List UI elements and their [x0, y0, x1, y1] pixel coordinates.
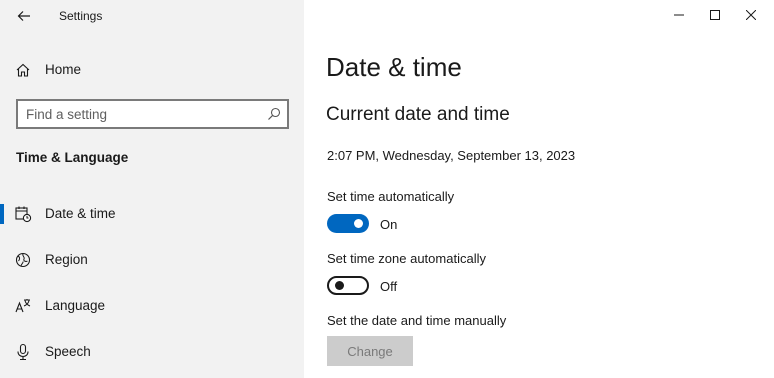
- calendar-clock-icon: [15, 206, 32, 223]
- search-input[interactable]: [26, 105, 256, 123]
- sidebar: Settings Home Time & Language Date & tim…: [0, 0, 304, 378]
- sidebar-item-language[interactable]: Language: [0, 289, 304, 323]
- close-button[interactable]: [728, 0, 774, 30]
- microphone-icon: [17, 343, 29, 361]
- back-button[interactable]: [10, 4, 38, 28]
- auto-timezone-state: Off: [380, 279, 398, 294]
- manual-time-label: Set the date and time manually: [327, 313, 507, 328]
- search-box[interactable]: [16, 99, 289, 129]
- sidebar-item-label: Date & time: [45, 206, 116, 221]
- globe-icon: [15, 252, 31, 268]
- minimize-icon: [674, 14, 684, 16]
- change-button[interactable]: Change: [327, 336, 413, 366]
- back-arrow-icon: [17, 11, 30, 21]
- auto-time-label: Set time automatically: [327, 189, 455, 204]
- toggle-knob: [354, 219, 363, 228]
- current-datetime: 2:07 PM, Wednesday, September 13, 2023: [327, 148, 576, 163]
- language-icon: [15, 299, 31, 313]
- sidebar-home-label: Home: [45, 62, 82, 77]
- section-subtitle: Current date and time: [326, 104, 510, 125]
- maximize-icon: [710, 10, 720, 20]
- toggle-knob: [335, 281, 344, 290]
- close-icon: [746, 10, 756, 20]
- selected-indicator: [0, 204, 4, 224]
- sidebar-home[interactable]: Home: [0, 56, 304, 84]
- section-heading: Time & Language: [16, 150, 129, 165]
- sidebar-item-date-time[interactable]: Date & time: [0, 197, 304, 231]
- sidebar-item-region[interactable]: Region: [0, 243, 304, 277]
- page-title: Date & time: [326, 52, 462, 82]
- auto-timezone-label: Set time zone automatically: [327, 251, 486, 266]
- window-title: Settings: [59, 9, 103, 23]
- auto-time-state: On: [380, 217, 398, 232]
- sidebar-item-speech[interactable]: Speech: [0, 335, 304, 369]
- home-icon: [16, 63, 30, 77]
- content-pane: Date & time Current date and time 2:07 P…: [304, 0, 774, 378]
- auto-timezone-toggle[interactable]: [327, 276, 369, 295]
- sidebar-item-label: Language: [45, 298, 106, 313]
- sidebar-item-label: Region: [45, 252, 88, 267]
- sidebar-item-label: Speech: [45, 344, 91, 359]
- auto-time-toggle[interactable]: [327, 214, 369, 233]
- search-icon[interactable]: [267, 107, 281, 121]
